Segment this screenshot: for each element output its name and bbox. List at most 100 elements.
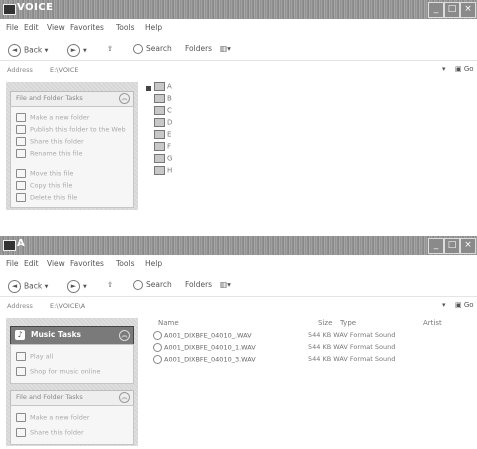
search-icon [133, 44, 143, 54]
folder-icon [154, 94, 165, 103]
address-field[interactable]: E:\VOICE\A [50, 302, 85, 310]
task-rename[interactable]: Rename this file [16, 149, 83, 158]
search-button[interactable]: Search [133, 280, 172, 290]
folder-icon [3, 4, 16, 15]
back-button[interactable]: ◄ Back ▾ [8, 44, 48, 57]
audio-file-icon [153, 355, 162, 364]
menu-help[interactable]: Help [145, 23, 162, 32]
folder-item[interactable]: H [154, 166, 172, 175]
folder-item[interactable]: B [154, 94, 172, 103]
delete-icon [16, 193, 26, 202]
forward-arrow-icon: ► [67, 280, 80, 293]
collapse-chevron-icon[interactable]: ︽ [119, 392, 130, 403]
globe-icon [16, 125, 26, 134]
share-icon [16, 428, 26, 437]
go-button[interactable]: ▣ Go [455, 301, 474, 309]
audio-file-icon [153, 331, 162, 340]
column-header-artist[interactable]: Artist [423, 319, 442, 327]
title-bar[interactable]: VOICE _ □ × [0, 0, 477, 19]
menu-help[interactable]: Help [145, 259, 162, 268]
task-make-new-folder[interactable]: Make a new folder [16, 113, 90, 122]
task-move[interactable]: Move this file [16, 169, 73, 178]
menu-file[interactable]: File [6, 259, 19, 268]
menu-tools[interactable]: Tools [116, 23, 134, 32]
folders-button[interactable]: Folders [185, 280, 212, 289]
column-header-name[interactable]: Name [158, 319, 179, 327]
task-play-all[interactable]: Play all [16, 352, 53, 361]
address-label: Address [7, 66, 33, 74]
views-button[interactable]: ▥▾ [220, 280, 231, 289]
views-button[interactable]: ▥▾ [220, 44, 231, 53]
folder-item[interactable]: D [154, 118, 172, 127]
folder-item[interactable]: G [154, 154, 172, 163]
move-icon [16, 169, 26, 178]
column-header-type[interactable]: Type [340, 319, 356, 327]
menu-edit[interactable]: Edit [24, 23, 39, 32]
search-icon [133, 280, 143, 290]
menu-view[interactable]: View [47, 23, 65, 32]
task-delete[interactable]: Delete this file [16, 193, 77, 202]
new-folder-icon [16, 413, 26, 422]
menu-favorites[interactable]: Favorites [70, 259, 104, 268]
explorer-window-voice: VOICE _ □ × File Edit View Favorites Too… [0, 0, 477, 228]
menu-view[interactable]: View [47, 259, 65, 268]
folder-icon [154, 106, 165, 115]
folder-item[interactable]: A [154, 82, 172, 91]
file-row[interactable]: A001_DIXBFE_04010_1.WAV [153, 343, 256, 352]
folder-item[interactable]: F [154, 142, 171, 151]
task-copy[interactable]: Copy this file [16, 181, 72, 190]
task-make-new-folder[interactable]: Make a new folder [16, 413, 90, 422]
forward-button[interactable]: ► ▾ [67, 280, 87, 293]
close-button[interactable]: × [460, 2, 476, 18]
folder-item[interactable]: E [154, 130, 171, 139]
column-header-size[interactable]: Size [318, 319, 332, 327]
forward-arrow-icon: ► [67, 44, 80, 57]
task-shop-music[interactable]: Shop for music online [16, 367, 101, 376]
maximize-button[interactable]: □ [444, 238, 460, 254]
music-tasks-list: Play all Shop for music online [10, 344, 134, 384]
minimize-button[interactable]: _ [428, 238, 444, 254]
close-button[interactable]: × [460, 238, 476, 254]
window-title: A [17, 238, 26, 249]
file-folder-tasks-list: Make a new folder Share this folder [10, 405, 134, 445]
address-dropdown-icon[interactable]: ▾ [442, 301, 446, 309]
task-publish-web[interactable]: Publish this folder to the Web [16, 125, 126, 134]
folder-icon [154, 142, 165, 151]
file-folder-tasks-header[interactable]: File and Folder Tasks ︽ [10, 390, 134, 406]
file-row[interactable]: A001_DIXBFE_04010_3.WAV [153, 355, 256, 364]
file-row[interactable]: A001_DIXBFE_04010_.WAV [153, 331, 252, 340]
up-folder-button[interactable]: ⇧ [107, 44, 113, 53]
menu-file[interactable]: File [6, 23, 19, 32]
address-dropdown-icon[interactable]: ▾ [442, 65, 446, 73]
window-title: VOICE [17, 2, 54, 13]
collapse-chevron-icon[interactable]: ︽ [119, 330, 130, 341]
maximize-button[interactable]: □ [444, 2, 460, 18]
share-icon [16, 137, 26, 146]
collapse-chevron-icon[interactable]: ︽ [119, 93, 130, 104]
up-folder-button[interactable]: ⇧ [107, 280, 113, 289]
back-arrow-icon: ◄ [8, 44, 21, 57]
file-folder-tasks-header[interactable]: File and Folder Tasks ︽ [10, 91, 134, 107]
minimize-button[interactable]: _ [428, 2, 444, 18]
file-size-type: 544 KB WAV Format Sound [308, 355, 396, 363]
file-size-type: 544 KB WAV Format Sound [308, 343, 396, 351]
menu-favorites[interactable]: Favorites [70, 23, 104, 32]
forward-button[interactable]: ► ▾ [67, 44, 87, 57]
menu-tools[interactable]: Tools [116, 259, 134, 268]
task-share-folder[interactable]: Share this folder [16, 428, 84, 437]
rename-icon [16, 149, 26, 158]
search-button[interactable]: Search [133, 44, 172, 54]
folder-item[interactable]: C [154, 106, 172, 115]
address-bar: Address E:\VOICE\A ▾ ▣ Go [0, 298, 477, 314]
back-button[interactable]: ◄ Back ▾ [8, 280, 48, 293]
selection-marker [146, 86, 151, 91]
menu-edit[interactable]: Edit [24, 259, 39, 268]
task-share-folder[interactable]: Share this folder [16, 137, 84, 146]
title-bar[interactable]: A _ □ × [0, 236, 477, 255]
folders-button[interactable]: Folders [185, 44, 212, 53]
shop-globe-icon [16, 367, 26, 376]
music-tasks-header[interactable]: ♪ Music Tasks ︽ [10, 326, 134, 345]
explorer-window-a: A _ □ × File Edit View Favorites Tools H… [0, 236, 477, 449]
address-field[interactable]: E:\VOICE [50, 66, 79, 74]
go-button[interactable]: ▣ Go [455, 65, 474, 73]
